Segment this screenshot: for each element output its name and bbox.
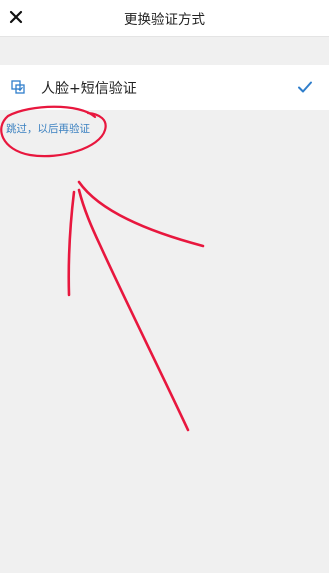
arrow-shaft <box>79 190 188 430</box>
arrow-head-right <box>79 182 203 246</box>
option-label: 人脸+短信验证 <box>41 78 137 98</box>
page-title: 更换验证方式 <box>0 8 329 28</box>
arrow-head-left <box>69 192 74 295</box>
checkmark-icon <box>297 79 313 95</box>
face-scan-icon <box>11 80 25 94</box>
top-bar: 更换验证方式 <box>0 0 329 37</box>
verification-option-face-sms[interactable]: 人脸+短信验证 <box>0 65 329 110</box>
skip-verification-link[interactable]: 跳过，以后再验证 <box>6 121 90 136</box>
